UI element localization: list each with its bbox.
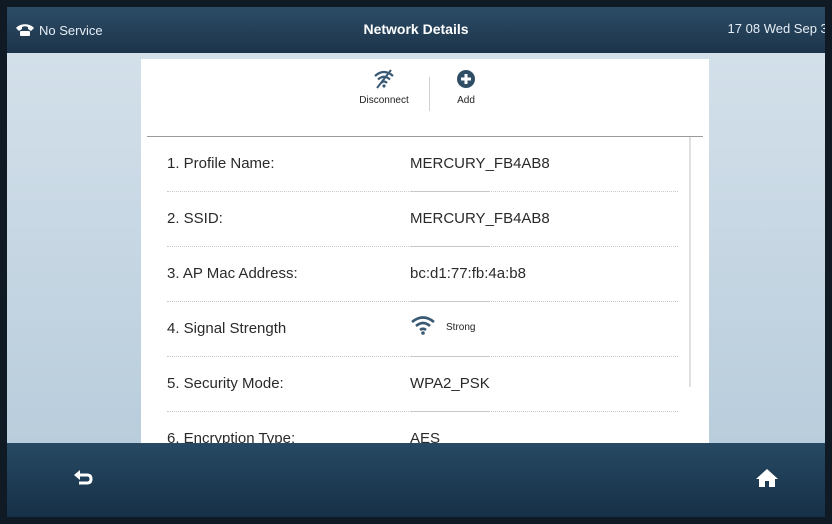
wifi-signal-icon xyxy=(410,315,436,340)
back-arrow-icon xyxy=(71,468,95,493)
bottom-nav-bar xyxy=(7,443,825,517)
details-list: 1. Profile Name: MERCURY_FB4AB8 2. SSID:… xyxy=(141,137,709,443)
detail-value: AES xyxy=(410,430,441,443)
detail-label: 6. Encryption Type: xyxy=(167,430,296,443)
disconnect-label: Disconnect xyxy=(359,95,409,106)
add-label: Add xyxy=(457,95,475,106)
back-button[interactable] xyxy=(63,465,103,495)
page-title: Network Details xyxy=(363,21,469,37)
detail-label: 2. SSID: xyxy=(167,210,223,227)
detail-label: 5. Security Mode: xyxy=(167,375,284,392)
disconnect-button[interactable]: Disconnect xyxy=(347,69,421,106)
detail-row-ssid: 2. SSID: MERCURY_FB4AB8 xyxy=(141,192,709,247)
detail-label: 1. Profile Name: xyxy=(167,155,275,172)
home-icon xyxy=(755,467,779,494)
detail-value: WPA2_PSK xyxy=(410,375,490,392)
status-bar: No Service Network Details 17 08 Wed Sep… xyxy=(7,7,825,53)
toolbar: Disconnect Add xyxy=(141,59,709,129)
detail-row-encryption-type: 6. Encryption Type: AES xyxy=(141,412,709,443)
plus-circle-icon xyxy=(441,69,491,92)
detail-row-security-mode: 5. Security Mode: WPA2_PSK xyxy=(141,357,709,412)
signal-strength-value: Strong xyxy=(410,315,475,340)
detail-value: MERCURY_FB4AB8 xyxy=(410,155,550,172)
details-panel: Disconnect Add 1. Profile Name: MERCURY_… xyxy=(141,59,709,443)
home-button[interactable] xyxy=(747,465,787,495)
detail-label: 3. AP Mac Address: xyxy=(167,265,298,282)
detail-row-ap-mac: 3. AP Mac Address: bc:d1:77:fb:4a:b8 xyxy=(141,247,709,302)
phone-screen: No Service Network Details 17 08 Wed Sep… xyxy=(7,7,825,517)
detail-row-profile-name: 1. Profile Name: MERCURY_FB4AB8 xyxy=(141,137,709,192)
signal-strength-text: Strong xyxy=(446,322,476,333)
detail-row-signal-strength: 4. Signal Strength Strong xyxy=(141,302,709,357)
toolbar-separator xyxy=(429,77,430,111)
content-area: Disconnect Add 1. Profile Name: MERCURY_… xyxy=(7,53,825,443)
add-button[interactable]: Add xyxy=(441,69,491,106)
datetime: 17 08 Wed Sep 30 xyxy=(727,21,825,36)
wifi-off-icon xyxy=(347,69,421,92)
detail-value: MERCURY_FB4AB8 xyxy=(410,210,550,227)
detail-label: 4. Signal Strength xyxy=(167,320,287,337)
detail-value: bc:d1:77:fb:4a:b8 xyxy=(410,265,526,282)
